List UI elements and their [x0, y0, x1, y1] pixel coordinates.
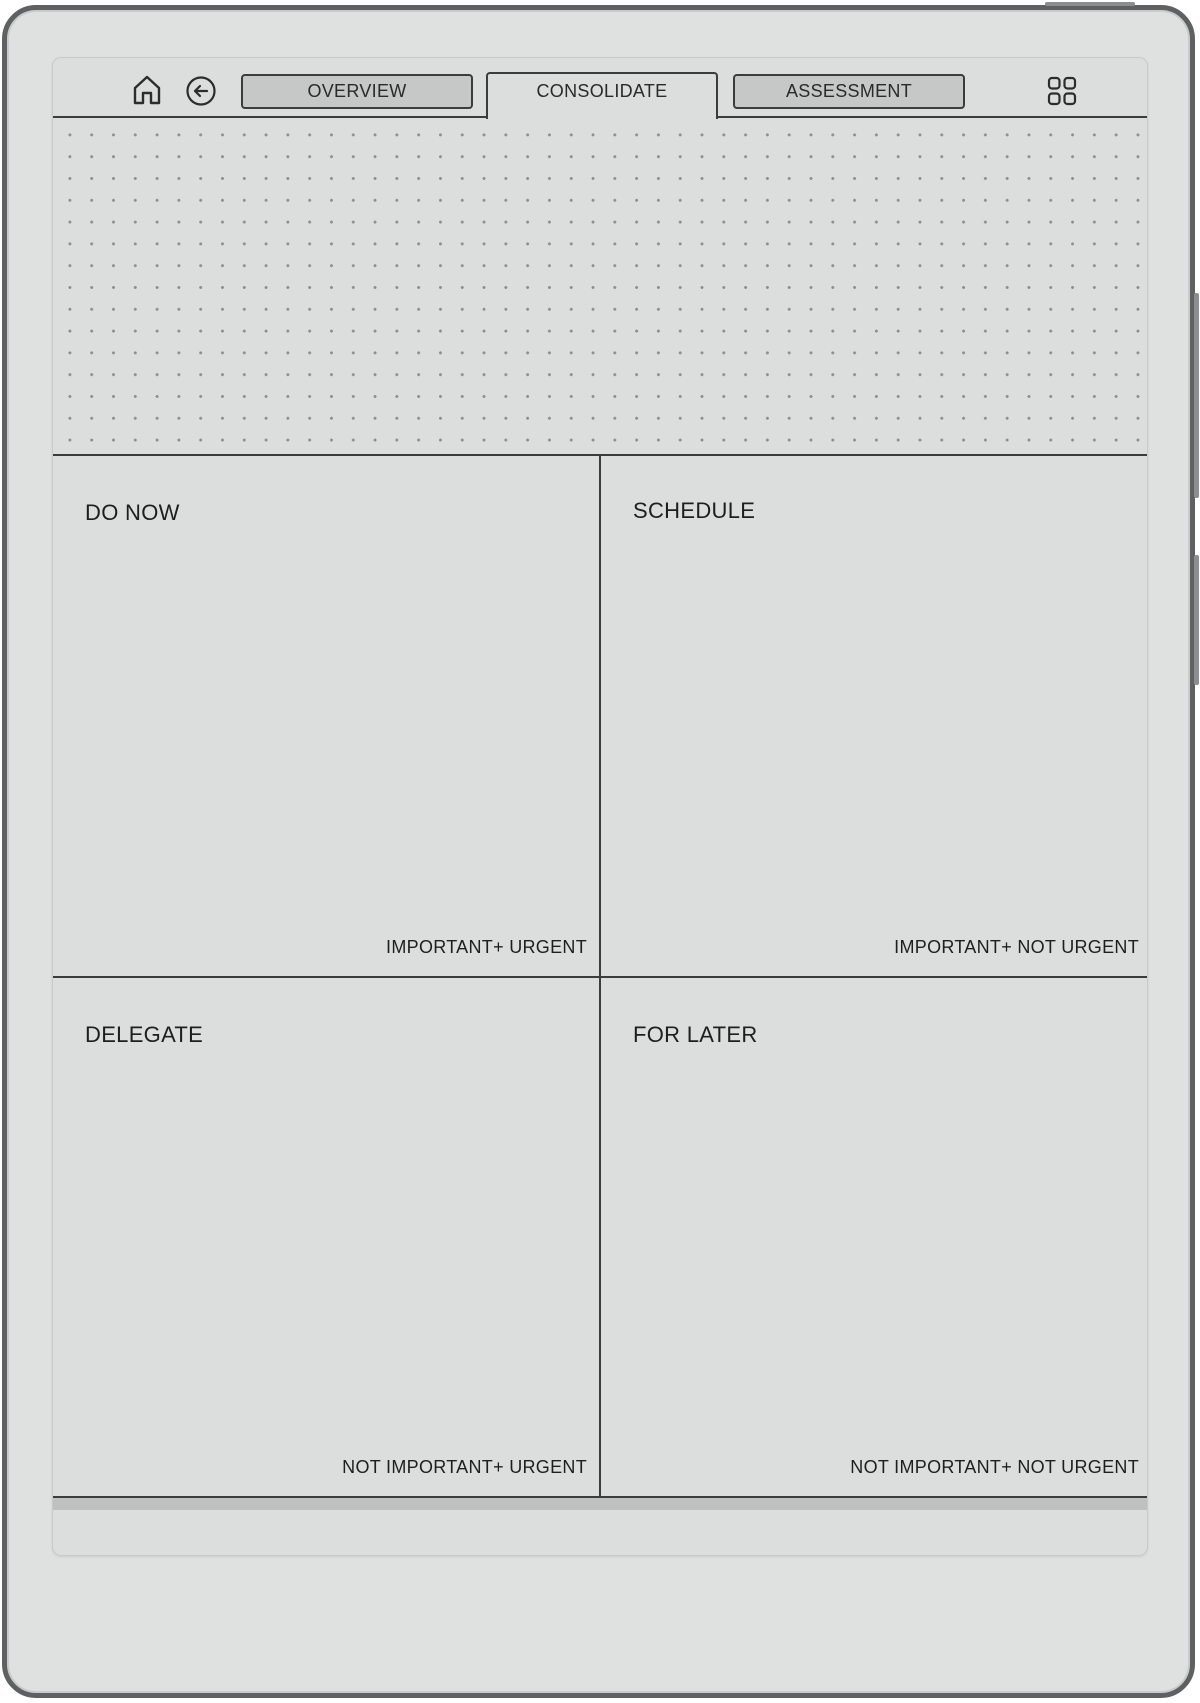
tab-assessment[interactable]: ASSESSMENT — [733, 74, 965, 109]
quadrant-title: DELEGATE — [85, 1022, 204, 1047]
matrix-horizontal-divider — [53, 976, 1147, 978]
top-navigation-bar: OVERVIEW CONSOLIDATE ASSESSMENT — [53, 58, 1147, 119]
quadrant-criteria: IMPORTANT+ URGENT — [386, 937, 587, 957]
quadrant-do-now[interactable]: DO NOW IMPORTANT+ URGENT — [53, 456, 599, 976]
quadrant-schedule[interactable]: SCHEDULE IMPORTANT+ NOT URGENT — [601, 456, 1147, 976]
dotted-notes-area[interactable] — [53, 118, 1147, 454]
tab-overview[interactable]: OVERVIEW — [241, 74, 473, 109]
quadrant-title: DO NOW — [85, 500, 180, 525]
tab-consolidate[interactable]: CONSOLIDATE — [486, 72, 718, 119]
footer-strip — [53, 1498, 1147, 1510]
grid-icon[interactable] — [1047, 76, 1077, 106]
power-button — [1045, 2, 1135, 6]
quadrant-for-later[interactable]: FOR LATER NOT IMPORTANT+ NOT URGENT — [601, 978, 1147, 1496]
quadrant-title: SCHEDULE — [633, 498, 756, 523]
quadrant-criteria: NOT IMPORTANT+ URGENT — [342, 1457, 587, 1477]
home-icon[interactable] — [131, 74, 163, 106]
quadrant-criteria: IMPORTANT+ NOT URGENT — [894, 937, 1139, 957]
side-button-upper — [1194, 293, 1199, 498]
quadrant-title: FOR LATER — [633, 1022, 758, 1047]
quadrant-delegate[interactable]: DELEGATE NOT IMPORTANT+ URGENT — [53, 978, 599, 1496]
side-button-lower — [1194, 555, 1199, 685]
back-arrow-icon[interactable] — [185, 75, 217, 107]
quadrant-criteria: NOT IMPORTANT+ NOT URGENT — [850, 1457, 1139, 1477]
screen: OVERVIEW CONSOLIDATE ASSESSMENT DO NOW I… — [53, 58, 1147, 1555]
e-reader-device: OVERVIEW CONSOLIDATE ASSESSMENT DO NOW I… — [2, 2, 1199, 1698]
